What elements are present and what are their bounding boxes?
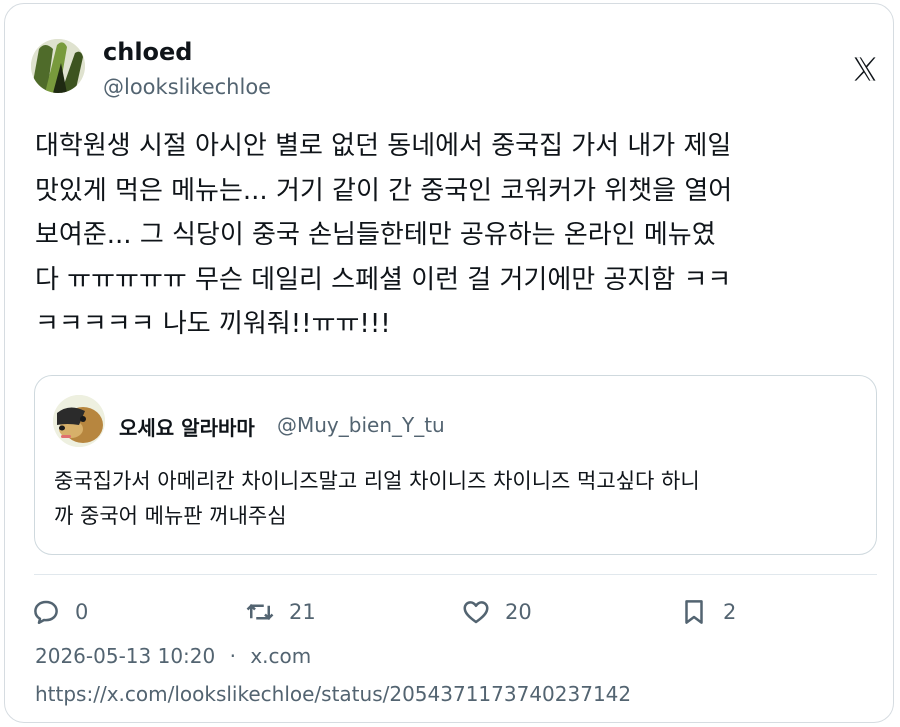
author-avatar[interactable] <box>31 39 85 93</box>
quoted-author-handle[interactable]: @Muy_bien_Y_tu <box>277 413 445 437</box>
bookmark-button[interactable]: 2 <box>679 595 736 629</box>
retweet-count: 21 <box>289 600 316 624</box>
source-link[interactable]: x.com <box>250 644 311 668</box>
x-logo-icon[interactable] <box>851 55 879 83</box>
bookmark-icon <box>685 600 703 624</box>
tweet-card: chloed @lookslikechloe 대학원생 시절 아시안 별로 없던… <box>4 3 894 723</box>
author-handle[interactable]: @lookslikechloe <box>103 75 271 99</box>
quoted-tweet[interactable]: 오세요 알라바마 @Muy_bien_Y_tu 중국집가서 아메리칸 차이니즈말… <box>34 375 877 555</box>
retweet-button[interactable]: 21 <box>245 595 316 629</box>
reply-icon <box>34 600 58 624</box>
retweet-icon <box>246 603 274 621</box>
tweet-url[interactable]: https://x.com/lookslikechloe/status/2054… <box>35 682 631 706</box>
quoted-tweet-text: 중국집가서 아메리칸 차이니즈말고 리얼 차이니즈 차이니즈 먹고싶다 하니 까… <box>54 469 700 528</box>
bookmark-count: 2 <box>723 600 737 624</box>
like-button[interactable]: 20 <box>461 595 532 629</box>
like-count: 20 <box>505 600 532 624</box>
tweet-text: 대학원생 시절 아시안 별로 없던 동네에서 중국집 가서 내가 제일 맛있게 … <box>35 131 733 340</box>
author-name[interactable]: chloed <box>103 38 192 66</box>
tweet-meta: 2026-05-13 10:20 · x.com <box>35 644 311 668</box>
meta-separator: · <box>229 644 236 668</box>
timestamp[interactable]: 2026-05-13 10:20 <box>35 644 215 668</box>
divider <box>34 574 877 575</box>
quoted-avatar[interactable] <box>53 395 105 447</box>
reply-button[interactable]: 0 <box>31 595 88 629</box>
quoted-author-name[interactable]: 오세요 알라바마 <box>119 412 255 441</box>
heart-icon <box>463 601 489 624</box>
reply-count: 0 <box>75 600 89 624</box>
